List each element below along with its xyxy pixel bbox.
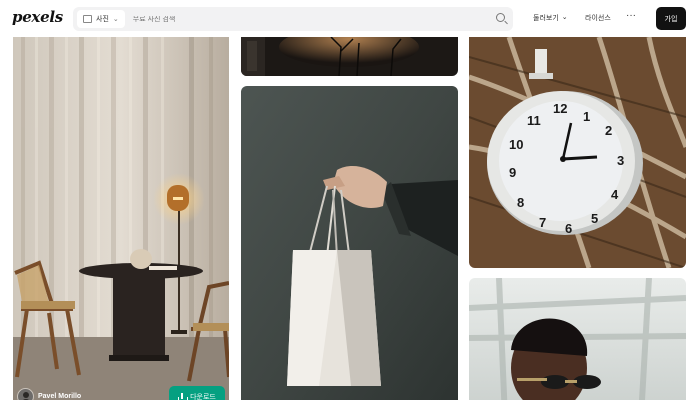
photo-author[interactable]: Pavel Morillo bbox=[17, 388, 81, 400]
svg-text:9: 9 bbox=[509, 165, 516, 180]
portrait-photo bbox=[469, 278, 686, 400]
photo-card-shopping-bag[interactable] bbox=[241, 86, 458, 400]
explore-label: 둘러보기 bbox=[533, 15, 559, 22]
pexels-logo[interactable]: pexels bbox=[12, 8, 63, 26]
interior-photo bbox=[13, 37, 229, 400]
shopping-bag-photo bbox=[241, 86, 458, 400]
top-dark-photo bbox=[241, 37, 458, 76]
search-type-label: 사진 bbox=[96, 16, 109, 23]
download-icon bbox=[178, 392, 189, 400]
download-button[interactable]: 다운로드 bbox=[169, 386, 225, 400]
image-icon bbox=[83, 15, 92, 23]
search-type-dropdown[interactable]: 사진 ⌄ bbox=[77, 10, 125, 28]
chevron-down-icon: ⌄ bbox=[561, 14, 568, 21]
svg-text:12: 12 bbox=[553, 101, 567, 116]
explore-menu[interactable]: 둘러보기 ⌄ bbox=[533, 13, 568, 23]
chevron-down-icon: ⌄ bbox=[112, 16, 119, 23]
license-link[interactable]: 라이선스 bbox=[585, 13, 611, 23]
station-clock-photo: 11 12 1 10 9 8 7 6 5 4 3 2 bbox=[469, 37, 686, 268]
svg-text:6: 6 bbox=[565, 221, 572, 236]
photo-card-portrait[interactable] bbox=[469, 278, 686, 400]
more-menu-icon[interactable]: ··· bbox=[626, 10, 636, 21]
download-label: 다운로드 bbox=[190, 393, 216, 400]
join-button[interactable]: 가입 bbox=[656, 7, 686, 30]
svg-text:4: 4 bbox=[611, 187, 619, 202]
photo-card-top-dark[interactable] bbox=[241, 37, 458, 76]
photo-card-interior[interactable]: Pavel Morillo 다운로드 bbox=[13, 37, 229, 400]
svg-text:11: 11 bbox=[527, 113, 541, 128]
search-input[interactable] bbox=[132, 15, 473, 23]
search-icon[interactable] bbox=[496, 13, 505, 22]
svg-text:8: 8 bbox=[517, 195, 524, 210]
svg-text:1: 1 bbox=[583, 109, 590, 124]
photo-card-station-clock[interactable]: 11 12 1 10 9 8 7 6 5 4 3 2 bbox=[469, 37, 686, 268]
author-name[interactable]: Pavel Morillo bbox=[38, 393, 81, 400]
svg-text:5: 5 bbox=[591, 211, 598, 226]
svg-text:10: 10 bbox=[509, 137, 523, 152]
search-bar[interactable]: 사진 ⌄ bbox=[73, 7, 513, 31]
top-header: pexels 사진 ⌄ 둘러보기 ⌄ 라이선스 ··· 가입 bbox=[0, 0, 700, 37]
pexels-page: pexels 사진 ⌄ 둘러보기 ⌄ 라이선스 ··· 가입 bbox=[0, 0, 700, 400]
svg-text:7: 7 bbox=[539, 215, 546, 230]
svg-text:2: 2 bbox=[605, 123, 612, 138]
avatar[interactable] bbox=[17, 388, 34, 400]
svg-text:3: 3 bbox=[617, 153, 624, 168]
